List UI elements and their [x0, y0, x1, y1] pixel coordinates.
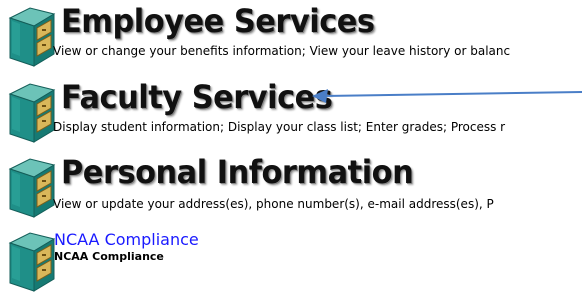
employee-services-link[interactable]: Employee Services	[61, 2, 375, 40]
faculty-services-description: Display student information; Display you…	[53, 120, 506, 134]
main-menu: Employee Services View or change your be…	[0, 0, 582, 295]
file-cabinet-icon	[8, 155, 56, 219]
menu-item-employee-services: Employee Services View or change your be…	[0, 0, 582, 68]
ncaa-compliance-description: NCAA Compliance	[54, 250, 164, 263]
file-cabinet-icon	[8, 229, 56, 293]
ncaa-compliance-link[interactable]: NCAA Compliance	[54, 231, 199, 249]
menu-item-ncaa-compliance: NCAA Compliance NCAA Compliance	[0, 225, 582, 295]
personal-information-link[interactable]: Personal Information	[61, 153, 414, 191]
menu-item-personal-information: Personal Information View or update your…	[0, 151, 582, 219]
faculty-services-link[interactable]: Faculty Services	[61, 78, 333, 116]
file-cabinet-icon	[8, 4, 56, 68]
annotation-arrow-icon	[312, 89, 582, 103]
personal-information-description: View or update your address(es), phone n…	[53, 197, 494, 211]
employee-services-description: View or change your benefits information…	[53, 44, 511, 58]
file-cabinet-icon	[8, 80, 56, 144]
